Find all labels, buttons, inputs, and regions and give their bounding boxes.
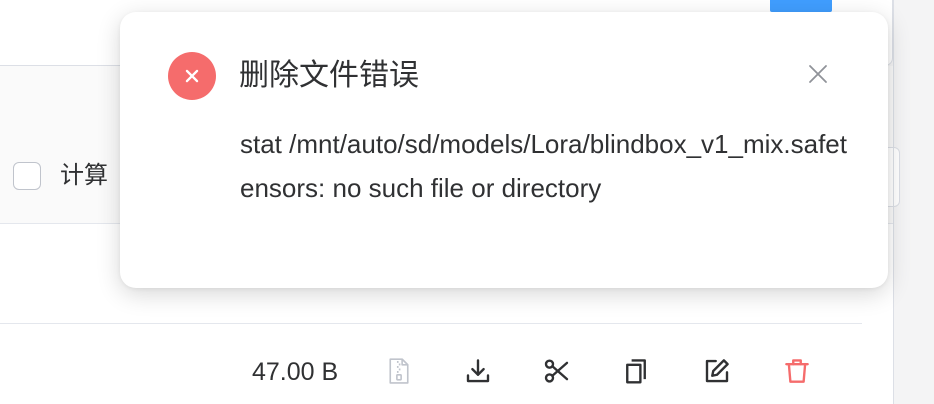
file-zip-icon	[382, 354, 416, 388]
select-checkbox[interactable]	[13, 162, 41, 190]
copy-icon[interactable]	[619, 354, 653, 388]
row-divider	[0, 323, 862, 324]
scissors-icon[interactable]	[540, 354, 574, 388]
notification-title: 删除文件错误	[239, 59, 419, 92]
primary-button-edge[interactable]	[770, 0, 832, 12]
error-notification: 删除文件错误 stat /mnt/auto/sd/models/Lora/bli…	[120, 12, 888, 288]
edit-icon[interactable]	[700, 354, 734, 388]
panel-edge	[893, 0, 894, 404]
download-icon[interactable]	[461, 354, 495, 388]
close-icon[interactable]	[802, 58, 834, 90]
error-circle-icon	[168, 52, 216, 100]
notification-message: stat /mnt/auto/sd/models/Lora/blindbox_v…	[240, 129, 847, 203]
trash-icon[interactable]	[780, 354, 814, 388]
checkbox-label: 计算	[60, 162, 108, 189]
file-size: 47.00 B	[252, 358, 339, 386]
